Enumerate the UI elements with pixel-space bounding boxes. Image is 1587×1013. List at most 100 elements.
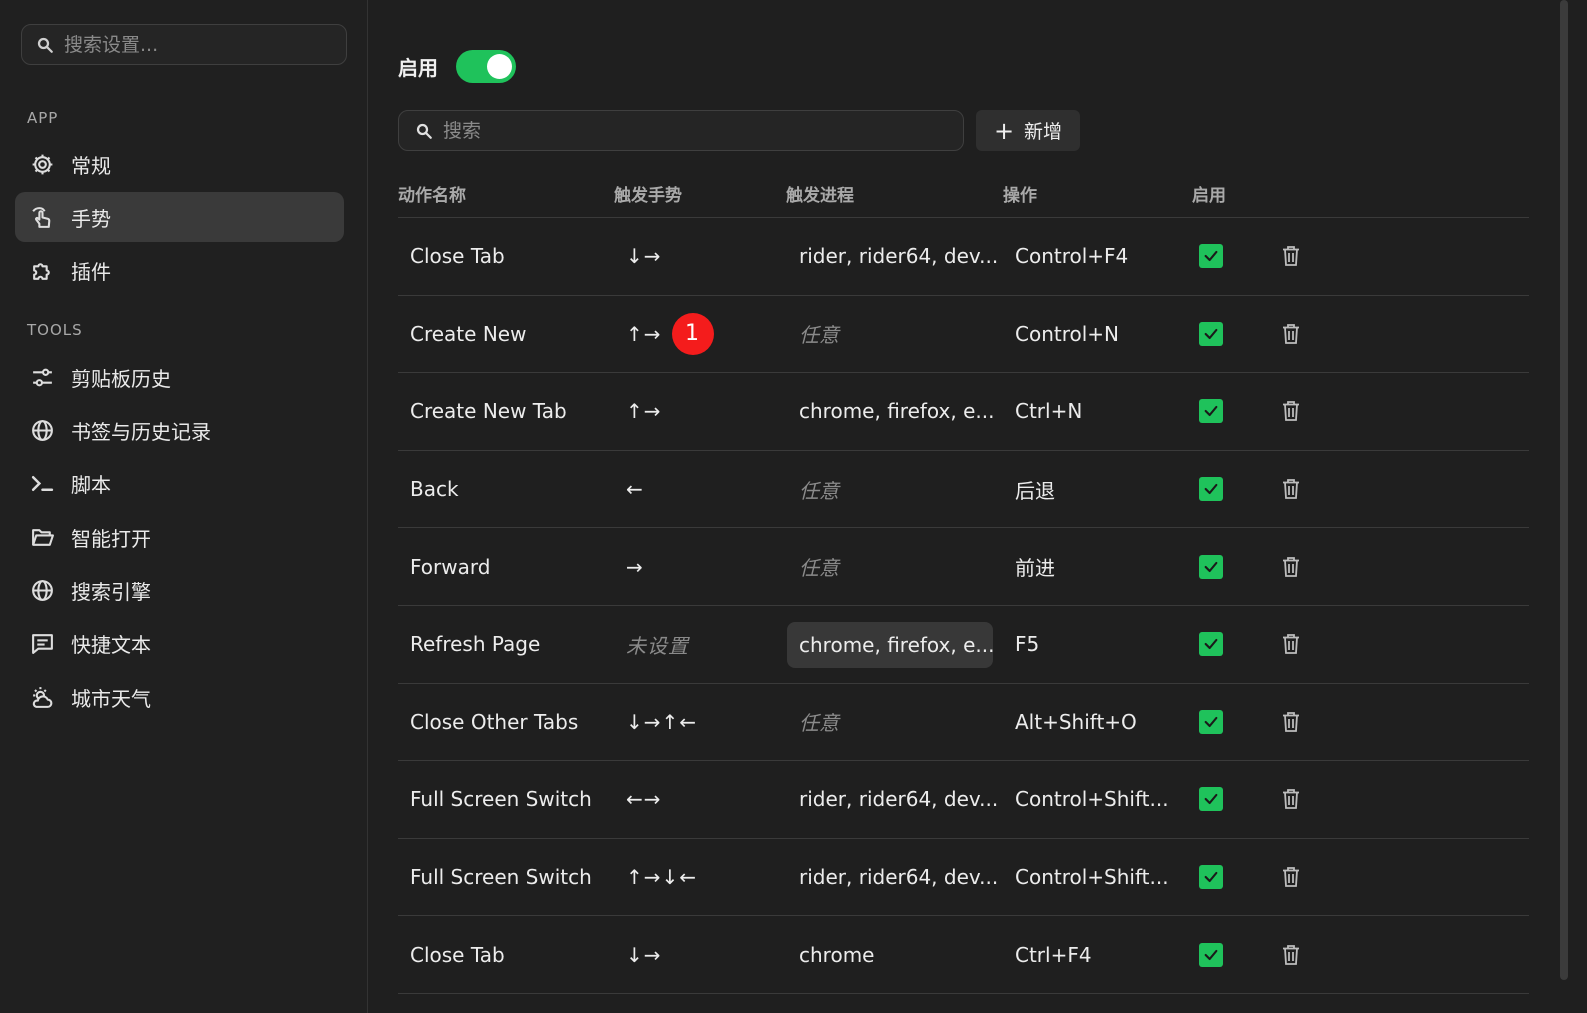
scrollbar[interactable] <box>1560 0 1568 980</box>
action-name: Close Tab <box>410 942 505 967</box>
action-name: Create New Tab <box>410 399 567 424</box>
table-row[interactable]: Create New ↑→ 1 任意 Control+N <box>398 296 1529 374</box>
enabled-checkbox[interactable] <box>1199 554 1223 579</box>
trash-icon[interactable] <box>1281 323 1301 345</box>
trigger-process[interactable]: 任意 <box>787 528 993 605</box>
enable-toggle[interactable] <box>456 50 516 83</box>
enable-row: 启用 <box>398 50 516 83</box>
gear-icon <box>32 154 53 174</box>
enabled-checkbox[interactable] <box>1199 709 1223 734</box>
table-row[interactable]: Close Other Tabs ↓→↑← 任意 Alt+Shift+O <box>398 684 1529 762</box>
plus-icon: + <box>993 116 1015 145</box>
sidebar-item-label: 城市天气 <box>71 686 151 711</box>
trash-icon[interactable] <box>1281 478 1301 500</box>
table-row[interactable]: Close Tab ↓→ rider, rider64, dev... Cont… <box>398 218 1529 296</box>
trigger-process[interactable]: rider, rider64, dev... <box>787 218 998 295</box>
trigger-gesture[interactable]: ↓→ <box>626 218 662 295</box>
sidebar-item-bookmarks-history[interactable]: 书签与历史记录 <box>15 405 344 455</box>
trigger-process[interactable]: chrome <box>787 916 993 993</box>
delete-cell <box>1281 839 1301 916</box>
enabled-checkbox[interactable] <box>1199 399 1223 424</box>
trigger-gesture[interactable]: ↑→↓← <box>626 839 697 916</box>
gesture-text: → <box>626 554 644 579</box>
trigger-gesture[interactable]: ← <box>626 451 644 528</box>
section-label-app: APP <box>27 109 59 127</box>
gesture-search-input[interactable] <box>441 111 963 150</box>
trigger-process[interactable]: chrome, firefox, e... <box>787 621 994 668</box>
check-icon <box>1204 871 1218 883</box>
operation[interactable]: Control+Shift... <box>1015 761 1169 838</box>
trash-icon[interactable] <box>1281 944 1301 966</box>
enabled-cell <box>1199 373 1223 450</box>
trash-icon[interactable] <box>1281 788 1301 810</box>
operation[interactable]: Alt+Shift+O <box>1015 684 1137 761</box>
trigger-process[interactable]: 任意 <box>787 684 993 761</box>
table-row[interactable]: Refresh Page 未设置 chrome, firefox, e... F… <box>398 606 1529 684</box>
operation[interactable]: Control+Shift... <box>1015 839 1169 916</box>
settings-search-box[interactable] <box>21 24 347 65</box>
operation[interactable]: 前进 <box>1015 528 1055 605</box>
operation[interactable]: Control+F4 <box>1015 218 1128 295</box>
trigger-process[interactable]: 任意 <box>787 451 993 528</box>
trash-icon[interactable] <box>1281 556 1301 578</box>
operation[interactable]: 后退 <box>1015 451 1055 528</box>
sidebar-item-quick-text[interactable]: 快捷文本 <box>15 618 344 668</box>
trigger-gesture[interactable]: → <box>626 528 644 605</box>
action-name: Back <box>410 477 459 502</box>
delete-cell <box>1281 606 1301 683</box>
trash-icon[interactable] <box>1281 633 1301 655</box>
sidebar-item-clipboard-history[interactable]: 剪贴板历史 <box>15 352 344 402</box>
sidebar-item-smart-open[interactable]: 智能打开 <box>15 512 344 562</box>
operation[interactable]: Ctrl+N <box>1015 373 1082 450</box>
trigger-gesture[interactable]: ↑→ <box>626 373 662 450</box>
table-row[interactable]: Create New Tab ↑→ chrome, firefox, e... … <box>398 373 1529 451</box>
sidebar-item-plugins[interactable]: 插件 <box>15 245 344 295</box>
trigger-process[interactable]: chrome, firefox, e... <box>787 373 994 450</box>
check-icon <box>1204 716 1218 727</box>
table-header: 动作名称 触发手势 触发进程 操作 启用 <box>398 170 1529 218</box>
gesture-settings-panel: 启用 + 新增 动作名称 触发手势 触发进程 操作 启用 Close Tab ↓… <box>369 0 1587 1013</box>
trigger-process[interactable]: 任意 <box>787 296 993 373</box>
folder-open-icon <box>32 528 54 546</box>
sidebar-item-scripts[interactable]: 脚本 <box>15 458 344 508</box>
table-row[interactable]: Full Screen Switch ←→ rider, rider64, de… <box>398 761 1529 839</box>
sidebar-item-search-engines[interactable]: 搜索引擎 <box>15 565 344 615</box>
trash-icon[interactable] <box>1281 711 1301 733</box>
enable-label: 启用 <box>398 56 438 80</box>
table-row[interactable]: Close Tab ↓→ chrome Ctrl+F4 <box>398 916 1529 994</box>
trigger-gesture[interactable]: 未设置 <box>626 606 689 683</box>
add-gesture-button[interactable]: + 新增 <box>976 110 1080 151</box>
enabled-checkbox[interactable] <box>1199 244 1223 269</box>
sidebar-item-general[interactable]: 常规 <box>15 139 344 189</box>
column-header-enabled: 启用 <box>1192 186 1226 206</box>
trigger-gesture[interactable]: ↑→ 1 <box>626 296 714 373</box>
operation[interactable]: F5 <box>1015 606 1039 683</box>
action-name: Forward <box>410 554 491 579</box>
sidebar-item-gestures[interactable]: 手势 <box>15 192 344 242</box>
sidebar-item-label: 剪贴板历史 <box>71 366 171 391</box>
table-row[interactable]: Forward → 任意 前进 <box>398 528 1529 606</box>
operation[interactable]: Control+N <box>1015 296 1119 373</box>
trigger-gesture[interactable]: ↓→ <box>626 916 662 993</box>
trash-icon[interactable] <box>1281 866 1301 888</box>
enabled-checkbox[interactable] <box>1199 477 1223 502</box>
enabled-checkbox[interactable] <box>1199 942 1223 967</box>
enabled-checkbox[interactable] <box>1199 865 1223 890</box>
trigger-gesture[interactable]: ←→ <box>626 761 662 838</box>
table-row[interactable]: Back ← 任意 后退 <box>398 451 1529 529</box>
trash-icon[interactable] <box>1281 400 1301 422</box>
sidebar-item-city-weather[interactable]: 城市天气 <box>15 672 344 722</box>
settings-search-input[interactable] <box>62 25 346 64</box>
enabled-checkbox[interactable] <box>1199 632 1223 657</box>
trigger-gesture[interactable]: ↓→↑← <box>626 684 697 761</box>
trigger-process[interactable]: rider, rider64, dev... <box>787 761 998 838</box>
gesture-search-box[interactable] <box>398 110 964 151</box>
operation[interactable]: Ctrl+F4 <box>1015 916 1092 993</box>
trash-icon[interactable] <box>1281 245 1301 267</box>
table-row[interactable]: Full Screen Switch ↑→↓← rider, rider64, … <box>398 839 1529 917</box>
puzzle-icon <box>33 262 50 280</box>
enabled-checkbox[interactable] <box>1199 321 1223 346</box>
trigger-process[interactable]: rider, rider64, dev... <box>787 839 998 916</box>
globe-icon <box>32 579 53 601</box>
enabled-checkbox[interactable] <box>1199 787 1223 812</box>
